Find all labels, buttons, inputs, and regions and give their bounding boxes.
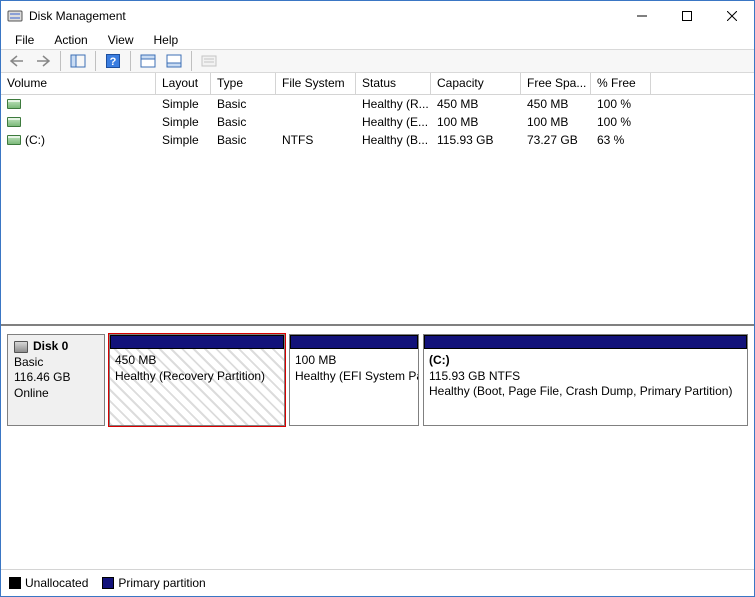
volume-pct: 100 % (591, 95, 651, 113)
menubar: File Action View Help (1, 31, 754, 49)
col-type[interactable]: Type (211, 73, 276, 94)
volume-type: Basic (211, 131, 276, 149)
menu-view[interactable]: View (100, 31, 142, 49)
volume-status: Healthy (R... (356, 95, 431, 113)
volume-capacity: 100 MB (431, 113, 521, 131)
menu-file[interactable]: File (7, 31, 42, 49)
app-icon (7, 8, 23, 24)
partition-title: (C:) (429, 353, 742, 369)
partition-stripe (290, 335, 418, 349)
partition-c[interactable]: (C:) 115.93 GB NTFS Healthy (Boot, Page … (423, 334, 748, 426)
volume-fs (276, 95, 356, 113)
disk-header[interactable]: Disk 0 Basic 116.46 GB Online (7, 334, 105, 426)
col-volume[interactable]: Volume (1, 73, 156, 94)
volume-list: Volume Layout Type File System Status Ca… (1, 73, 754, 326)
back-button[interactable] (5, 50, 29, 72)
col-freespace[interactable]: Free Spa... (521, 73, 591, 94)
toolbar: ? (1, 49, 754, 73)
window-title: Disk Management (29, 9, 126, 23)
volume-fs: NTFS (276, 131, 356, 149)
volume-list-body: Simple Basic Healthy (R... 450 MB 450 MB… (1, 95, 754, 324)
menu-action[interactable]: Action (46, 31, 95, 49)
disk-name: Disk 0 (33, 339, 68, 355)
swatch-unallocated-icon (9, 577, 21, 589)
legend-unallocated: Unallocated (9, 576, 88, 590)
volume-capacity: 115.93 GB (431, 131, 521, 149)
col-status[interactable]: Status (356, 73, 431, 94)
legend: Unallocated Primary partition (1, 569, 754, 596)
partition-recovery[interactable]: 450 MB Healthy (Recovery Partition) (109, 334, 285, 426)
partition-size: 100 MB (295, 353, 413, 369)
volume-status: Healthy (E... (356, 113, 431, 131)
disk-state: Online (14, 386, 98, 402)
volume-type: Basic (211, 95, 276, 113)
volume-row[interactable]: Simple Basic Healthy (R... 450 MB 450 MB… (1, 95, 754, 113)
disk-row: Disk 0 Basic 116.46 GB Online 450 MB Hea… (7, 334, 748, 426)
partition-stripe (424, 335, 747, 349)
volume-icon (7, 99, 21, 109)
col-layout[interactable]: Layout (156, 73, 211, 94)
swatch-primary-icon (102, 577, 114, 589)
volume-layout: Simple (156, 113, 211, 131)
col-capacity[interactable]: Capacity (431, 73, 521, 94)
partition-status: Healthy (Recovery Partition) (115, 369, 279, 385)
partition-size: 450 MB (115, 353, 279, 369)
menu-help[interactable]: Help (146, 31, 187, 49)
toolbar-separator (95, 51, 96, 71)
col-spacer (651, 73, 754, 94)
volume-fs (276, 113, 356, 131)
show-hide-console-tree-button[interactable] (66, 50, 90, 72)
disk-map-pane: Disk 0 Basic 116.46 GB Online 450 MB Hea… (1, 326, 754, 596)
toolbar-separator (130, 51, 131, 71)
view-bottom-pane-button[interactable] (162, 50, 186, 72)
properties-button[interactable] (197, 50, 221, 72)
volume-icon (7, 117, 21, 127)
svg-text:?: ? (110, 56, 117, 68)
partition-status: Healthy (EFI System Partition) (295, 369, 413, 385)
close-button[interactable] (709, 1, 754, 31)
col-filesystem[interactable]: File System (276, 73, 356, 94)
volume-row[interactable]: (C:) Simple Basic NTFS Healthy (B... 115… (1, 131, 754, 149)
volume-pct: 100 % (591, 113, 651, 131)
disk-icon (14, 341, 28, 353)
disk-size: 116.46 GB (14, 370, 98, 386)
volume-list-header: Volume Layout Type File System Status Ca… (1, 73, 754, 95)
volume-type: Basic (211, 113, 276, 131)
legend-primary: Primary partition (102, 576, 205, 590)
partition-status: Healthy (Boot, Page File, Crash Dump, Pr… (429, 384, 742, 400)
maximize-button[interactable] (664, 1, 709, 31)
disk-type: Basic (14, 355, 98, 371)
volume-pct: 63 % (591, 131, 651, 149)
partition-stripe (110, 335, 284, 349)
partition-efi[interactable]: 100 MB Healthy (EFI System Partition) (289, 334, 419, 426)
toolbar-separator (191, 51, 192, 71)
volume-free: 100 MB (521, 113, 591, 131)
view-top-pane-button[interactable] (136, 50, 160, 72)
help-button[interactable]: ? (101, 50, 125, 72)
volume-icon (7, 135, 21, 145)
minimize-button[interactable] (619, 1, 664, 31)
volume-layout: Simple (156, 95, 211, 113)
volume-layout: Simple (156, 131, 211, 149)
volume-status: Healthy (B... (356, 131, 431, 149)
volume-free: 73.27 GB (521, 131, 591, 149)
forward-button[interactable] (31, 50, 55, 72)
volume-name: (C:) (25, 133, 45, 147)
col-pctfree[interactable]: % Free (591, 73, 651, 94)
partition-size: 115.93 GB NTFS (429, 369, 742, 385)
volume-capacity: 450 MB (431, 95, 521, 113)
volume-free: 450 MB (521, 95, 591, 113)
toolbar-separator (60, 51, 61, 71)
titlebar: Disk Management (1, 1, 754, 31)
volume-row[interactable]: Simple Basic Healthy (E... 100 MB 100 MB… (1, 113, 754, 131)
